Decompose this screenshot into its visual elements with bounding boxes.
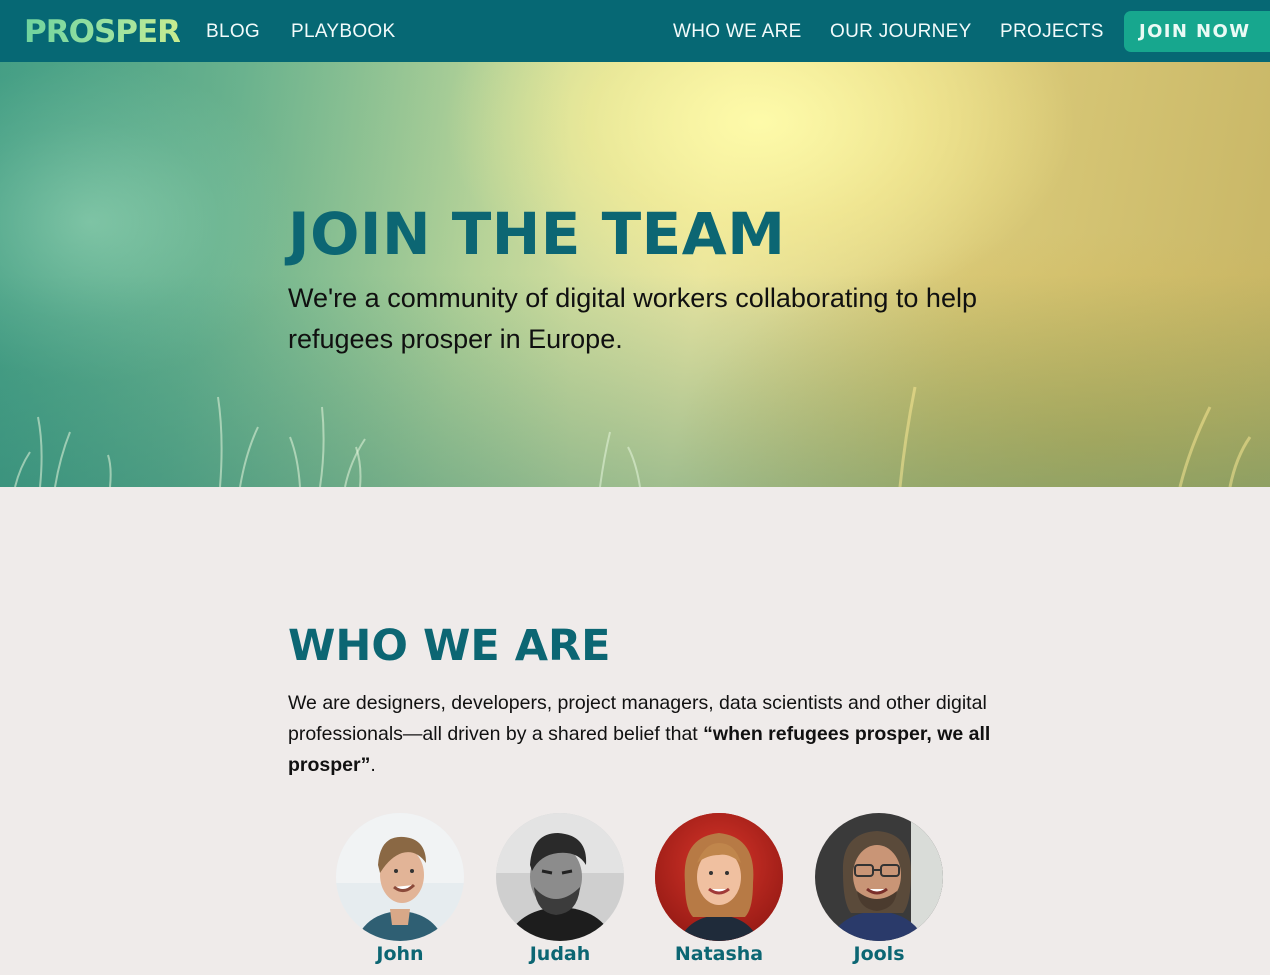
prosper-logo[interactable]: PROSPER: [24, 14, 181, 50]
avatar[interactable]: [336, 813, 464, 941]
member-name-jools[interactable]: Jools: [799, 942, 959, 966]
member-name-judah[interactable]: Judah: [480, 942, 640, 966]
hero-subtitle: We're a community of digital workers col…: [288, 283, 977, 354]
grass-decoration: [14, 386, 1252, 487]
nav-link-playbook[interactable]: PLAYBOOK: [291, 20, 395, 44]
team-member-card[interactable]: John: [320, 813, 480, 966]
avatar[interactable]: [655, 813, 783, 941]
photo-john: [336, 813, 464, 941]
avatar[interactable]: [496, 813, 624, 941]
hero-title: JOIN THE TEAM: [288, 200, 786, 268]
member-name-john[interactable]: John: [320, 942, 480, 966]
photo-natasha: [655, 813, 783, 941]
nav-link-who-we-are[interactable]: WHO WE ARE: [673, 20, 802, 44]
hero-banner: JOIN THE TEAM We're a community of digit…: [0, 62, 1270, 487]
top-navigation: PROSPER BLOG PLAYBOOK WHO WE ARE OUR JOU…: [0, 0, 1270, 62]
photo-judah: [496, 813, 624, 941]
nav-link-projects[interactable]: PROJECTS: [1000, 20, 1104, 44]
who-we-are-description: We are designers, developers, project ma…: [288, 688, 1008, 781]
team-member-card[interactable]: Judah: [480, 813, 640, 966]
member-name-natasha[interactable]: Natasha: [639, 942, 799, 966]
team-member-card[interactable]: Jools: [799, 813, 959, 966]
photo-jools: [815, 813, 943, 941]
nav-link-blog[interactable]: BLOG: [206, 20, 260, 44]
avatar[interactable]: [815, 813, 943, 941]
team-member-card[interactable]: Natasha: [639, 813, 799, 966]
description-end: .: [370, 754, 376, 776]
nav-link-our-journey[interactable]: OUR JOURNEY: [830, 20, 972, 44]
who-we-are-heading: WHO WE ARE: [288, 621, 611, 671]
join-now-button[interactable]: JOIN NOW: [1124, 11, 1270, 52]
